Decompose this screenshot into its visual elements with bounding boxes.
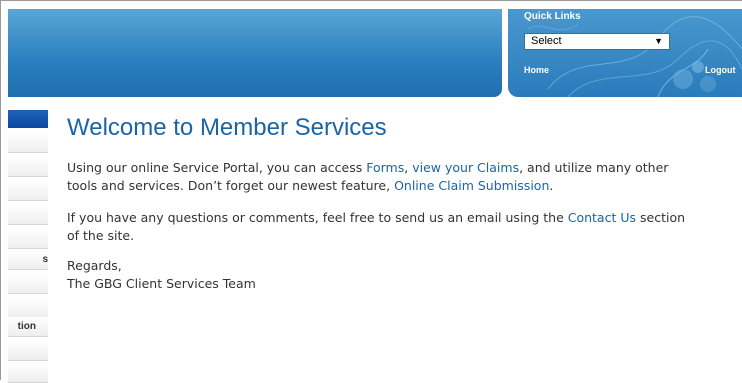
intro-text: tools and services. Don’t forget our new…: [67, 178, 395, 193]
contact-paragraph: If you have any questions or comments, f…: [67, 209, 685, 245]
quick-links-select-value: Select: [531, 35, 562, 47]
sidebar-item[interactable]: [8, 274, 48, 294]
sidebar-item[interactable]: [8, 157, 48, 177]
intro-text: Using our online Service Portal, you can…: [67, 160, 367, 175]
page-title: Welcome to Member Services: [67, 114, 387, 141]
sidebar-item[interactable]: [8, 363, 48, 383]
online-claim-submission-link[interactable]: Online Claim Submission: [394, 178, 549, 193]
closing-paragraph: Regards, The GBG Client Services Team: [67, 257, 256, 293]
sidebar-item[interactable]: [8, 133, 48, 153]
sidebar-item[interactable]: s: [8, 250, 48, 270]
decorative-swirl-graphic: [527, 16, 742, 97]
intro-text: .: [549, 178, 554, 193]
contact-text: of the site.: [67, 228, 135, 243]
sidebar-item[interactable]: tion: [8, 317, 48, 337]
view-claims-link[interactable]: view your Claims: [412, 160, 519, 175]
contact-us-link[interactable]: Contact Us: [568, 210, 636, 225]
sidebar-item[interactable]: [8, 181, 48, 201]
sidebar-item[interactable]: [8, 205, 48, 225]
quick-links-panel: Quick Links Select ▼ Home Logout: [508, 9, 742, 97]
sidebar-nav: s tion: [8, 110, 48, 383]
quick-links-title: Quick Links: [524, 11, 581, 22]
sidebar-item-active[interactable]: [8, 110, 48, 128]
dropdown-arrow-icon: ▼: [654, 36, 663, 46]
forms-link[interactable]: Forms: [366, 160, 404, 175]
sidebar-item[interactable]: [8, 341, 48, 361]
signature-text: The GBG Client Services Team: [67, 276, 256, 291]
main-content: Welcome to Member Services Using our onl…: [67, 112, 742, 291]
sidebar-item[interactable]: [8, 229, 48, 249]
logout-link[interactable]: Logout: [705, 65, 736, 75]
intro-text: , and utilize many other: [519, 160, 669, 175]
intro-paragraph: Using our online Service Portal, you can…: [67, 159, 668, 195]
header-banner: [8, 9, 502, 97]
sidebar-item[interactable]: [8, 298, 48, 318]
home-link[interactable]: Home: [524, 65, 549, 75]
contact-text: section: [636, 210, 686, 225]
contact-text: If you have any questions or comments, f…: [67, 210, 568, 225]
regards-text: Regards,: [67, 258, 122, 273]
quick-links-select[interactable]: Select ▼: [524, 33, 670, 50]
